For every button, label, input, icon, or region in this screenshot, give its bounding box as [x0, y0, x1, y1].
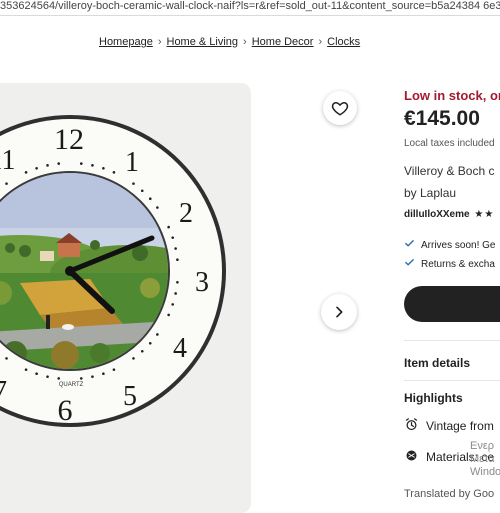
feature-label: Arrives soon! Ge	[421, 239, 496, 251]
alarm-clock-icon	[404, 417, 419, 435]
minute-tick	[167, 313, 170, 317]
minute-tick	[79, 162, 83, 165]
minute-tick	[102, 372, 105, 376]
chevron-right-icon: ›	[243, 36, 247, 48]
rating-stars: ★★	[474, 209, 495, 220]
product-title: Villeroy & Boch c	[404, 164, 495, 178]
address-bar[interactable]: 353624564/villeroy-boch-ceramic-wall-clo…	[0, 0, 500, 16]
highlight-vintage: Vintage from	[404, 417, 494, 435]
numeral-12: 12	[54, 123, 84, 156]
breadcrumb: Homepage › Home & Living › Home Decor › …	[99, 35, 360, 49]
divider	[404, 340, 500, 341]
feature-returns: Returns & excha	[404, 257, 495, 271]
minute-tick	[24, 171, 28, 174]
minute-tick	[35, 372, 38, 376]
breadcrumb-home-living[interactable]: Home & Living	[167, 36, 239, 48]
minute-tick	[91, 375, 94, 378]
shop-name[interactable]: dilluIloXXeme ★★	[404, 209, 494, 220]
seller-name[interactable]: by Laplau	[404, 186, 456, 200]
taxes-note: Local taxes included	[404, 138, 495, 149]
minute-tick	[46, 164, 49, 167]
chevron-right-icon: ›	[157, 36, 162, 48]
minute-tick	[156, 206, 159, 209]
minute-tick	[5, 357, 8, 360]
minute-tick	[148, 341, 152, 345]
numeral-2: 2	[179, 198, 193, 229]
numeral-1: 1	[125, 147, 139, 178]
hand-pivot	[65, 266, 75, 276]
watermark-line: Ενερ	[470, 440, 494, 452]
minute-tick	[148, 197, 152, 201]
product-image[interactable]: 12 1 2 3 4 5 6 7 11 QUARTZ	[0, 83, 251, 513]
url-text: 353624564/villeroy-boch-ceramic-wall-clo…	[0, 0, 500, 12]
minute-tick	[132, 182, 135, 185]
minute-tick	[46, 375, 49, 378]
check-icon	[404, 257, 415, 271]
numeral-3: 3	[195, 267, 209, 298]
minute-tick	[24, 368, 28, 371]
add-to-basket-button[interactable]	[404, 286, 500, 322]
favorite-button[interactable]	[323, 91, 357, 125]
minute-tick	[5, 182, 8, 185]
minute-tick	[35, 166, 38, 170]
numeral-4: 4	[173, 333, 187, 364]
minute-tick	[91, 164, 94, 167]
breadcrumb-home-decor[interactable]: Home Decor	[252, 36, 314, 48]
next-image-button[interactable]	[321, 294, 357, 330]
activate-windows-watermark: Ενερ Μετα Windo	[470, 440, 500, 479]
numeral-11: 11	[0, 145, 15, 176]
highlights-heading: Highlights	[404, 391, 463, 405]
minute-tick	[167, 225, 170, 229]
minute-tick	[112, 368, 116, 371]
minute-tick	[176, 258, 179, 262]
stock-status: Low in stock, on	[404, 88, 500, 103]
watermark-line: Windo	[470, 466, 500, 478]
divider	[404, 380, 500, 381]
chevron-right-icon	[336, 306, 343, 318]
minute-tick	[132, 357, 135, 360]
translated-note: Translated by Goo	[404, 488, 495, 500]
numeral-5: 5	[123, 381, 137, 412]
feature-label: Returns & excha	[421, 258, 495, 270]
materials-icon	[404, 448, 419, 466]
numeral-6: 6	[58, 394, 73, 427]
price: €145.00	[404, 107, 480, 130]
minute-tick	[174, 292, 177, 295]
shop-label: dilluIloXXeme	[404, 209, 470, 220]
check-icon	[404, 238, 415, 252]
minute-tick	[174, 247, 177, 250]
minute-tick	[57, 377, 61, 380]
dial-brand: QUARTZ	[59, 382, 84, 388]
highlight-label: Vintage from	[426, 419, 494, 433]
breadcrumb-clocks[interactable]: Clocks	[327, 36, 360, 48]
minute-tick	[171, 303, 175, 306]
chevron-right-icon: ›	[318, 36, 323, 48]
numeral-7: 7	[0, 376, 7, 407]
minute-tick	[156, 333, 159, 336]
clock-photo: 12 1 2 3 4 5 6 7 11 QUARTZ	[0, 115, 226, 427]
minute-tick	[112, 171, 116, 174]
minute-tick	[57, 162, 61, 165]
minute-tick	[176, 280, 179, 284]
breadcrumb-homepage[interactable]: Homepage	[99, 36, 153, 48]
minute-tick	[140, 189, 144, 193]
minute-tick	[140, 349, 144, 353]
minute-tick	[79, 377, 83, 380]
minute-tick	[171, 236, 175, 239]
watermark-line: Μετα	[470, 453, 495, 465]
heart-icon	[331, 101, 349, 116]
minute-tick	[102, 166, 105, 170]
item-details-heading[interactable]: Item details	[404, 356, 470, 370]
feature-arrives: Arrives soon! Ge	[404, 238, 495, 252]
